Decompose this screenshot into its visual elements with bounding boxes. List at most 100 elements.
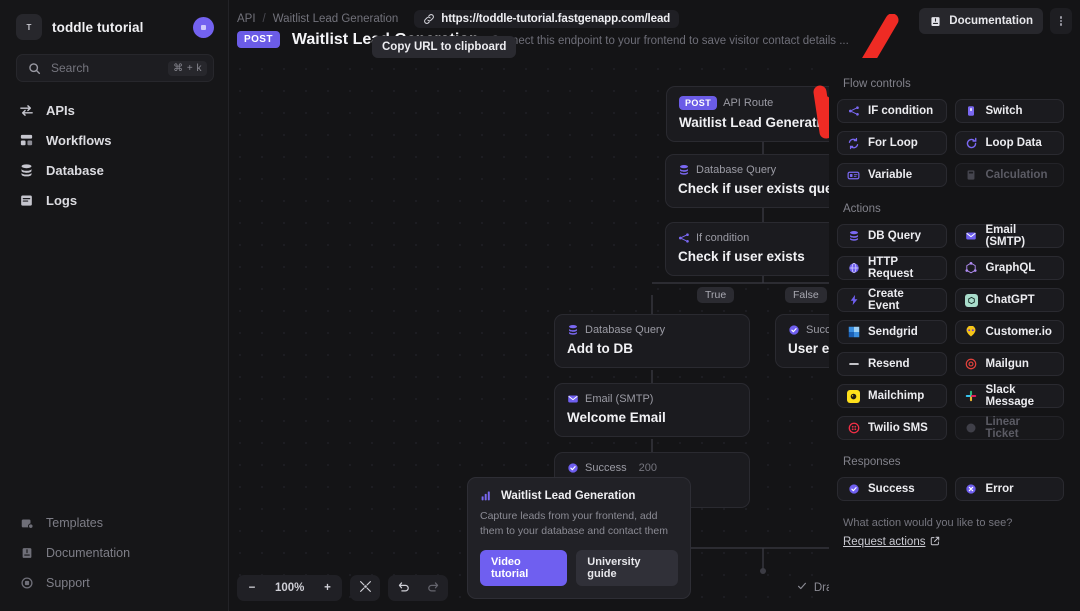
database-icon <box>567 324 579 336</box>
loop-icon <box>847 137 860 150</box>
node-database-query-check[interactable]: Database Query Check if user exists quer… <box>665 154 829 208</box>
zoom-toolbar: − 100% + <box>237 575 449 601</box>
breadcrumb-current[interactable]: Waitlist Lead Generation <box>273 13 399 25</box>
node-type: Success <box>806 324 829 336</box>
node-success-user-exists[interactable]: Success 200 User exists <box>775 314 829 368</box>
database-icon <box>678 164 690 176</box>
node-api-route[interactable]: POST API Route Waitlist Lead Generation <box>666 86 829 142</box>
request-actions-link[interactable]: Request actions <box>843 536 940 549</box>
workspace-logo: T <box>16 14 42 40</box>
error-icon <box>965 483 978 496</box>
workflows-icon <box>18 133 35 148</box>
redo-icon <box>427 580 440 596</box>
chip-http-request[interactable]: HTTP Request <box>837 256 947 280</box>
zoom-level[interactable]: 100% <box>267 575 312 601</box>
sidebar-item-templates[interactable]: Templates <box>10 508 218 537</box>
section-title-actions: Actions <box>843 203 881 215</box>
chip-customerio[interactable]: Customer.io <box>954 320 1064 344</box>
topbar-actions: Documentation <box>919 8 1072 34</box>
chip-label: DB Query <box>868 230 922 242</box>
topbar: API / Waitlist Lead Generation https://t… <box>229 0 1080 58</box>
chip-resend[interactable]: Resend <box>837 352 947 376</box>
search-input[interactable]: Search ⌘ + k <box>16 54 214 82</box>
chip-twilio-sms[interactable]: Twilio SMS <box>837 416 947 440</box>
chip-success[interactable]: Success <box>837 477 947 501</box>
chip-sendgrid[interactable]: Sendgrid <box>837 320 947 344</box>
post-badge: POST <box>679 96 718 110</box>
section-title-flow-controls: Flow controls <box>843 78 911 90</box>
tutorial-card[interactable]: Waitlist Lead Generation Capture leads f… <box>467 477 691 600</box>
node-type: API Route <box>723 97 774 109</box>
sidebar-item-workflows[interactable]: Workflows <box>10 126 218 155</box>
sidebar-item-support[interactable]: Support <box>10 568 218 597</box>
sidebar: T toddle tutorial Search ⌘ + k APIs Work… <box>0 0 229 611</box>
avatar[interactable] <box>193 16 214 38</box>
sidebar-item-apis[interactable]: APIs <box>10 96 218 125</box>
sidebar-item-logs[interactable]: Logs <box>10 186 218 215</box>
zoom-out-button[interactable]: − <box>237 575 267 601</box>
success-icon <box>567 462 579 474</box>
secondary-nav: Templates Documentation Support <box>0 508 228 611</box>
chip-graphql[interactable]: GraphQL <box>954 256 1064 280</box>
chip-variable[interactable]: Variable <box>837 163 947 187</box>
node-add-to-db[interactable]: Database Query Add to DB <box>554 314 750 368</box>
node-type: Database Query <box>696 164 777 176</box>
twilio-icon <box>847 422 860 435</box>
zoom-in-button[interactable]: + <box>312 575 342 601</box>
chip-label: Error <box>985 483 1014 495</box>
chip-slack-message[interactable]: Slack Message <box>954 384 1064 408</box>
flow-canvas[interactable]: POST API Route Waitlist Lead Generation … <box>229 58 829 611</box>
chip-db-query[interactable]: DB Query <box>837 224 947 248</box>
email-icon <box>567 393 579 405</box>
chip-chatgpt[interactable]: ChatGPT <box>954 288 1064 312</box>
endpoint-url: https://toddle-tutorial.fastgenapp.com/l… <box>441 12 671 25</box>
workspace-switcher[interactable]: T toddle tutorial <box>0 0 228 50</box>
node-status-code: 200 <box>638 462 657 474</box>
chip-label: Success <box>868 483 915 495</box>
sidebar-item-documentation[interactable]: Documentation <box>10 538 218 567</box>
breadcrumb-root[interactable]: API <box>237 13 256 25</box>
workspace-name: toddle tutorial <box>52 19 144 35</box>
chip-if-condition[interactable]: IF condition <box>837 99 947 123</box>
database-icon <box>847 230 860 243</box>
templates-icon <box>18 516 35 530</box>
chip-label: Email (SMTP) <box>985 224 1026 248</box>
redo-button[interactable] <box>418 575 448 601</box>
chip-loop-data[interactable]: Loop Data <box>954 131 1064 155</box>
chip-mailchimp[interactable]: Mailchimp <box>837 384 947 408</box>
sidebar-item-database[interactable]: Database <box>10 156 218 185</box>
chip-label: Customer.io <box>985 326 1052 338</box>
fit-view-button[interactable] <box>350 575 380 601</box>
support-icon <box>18 576 35 590</box>
book-icon <box>929 15 942 28</box>
section-title-responses: Responses <box>843 456 901 468</box>
logs-icon <box>18 193 35 208</box>
video-tutorial-button[interactable]: Video tutorial <box>480 550 568 587</box>
node-name: Waitlist Lead Generation <box>679 115 829 130</box>
undo-icon <box>397 580 410 596</box>
main-area: API / Waitlist Lead Generation https://t… <box>229 0 1080 611</box>
chip-label: Sendgrid <box>868 326 918 338</box>
flow-controls-grid: IF condition Switch For Loop Loop Data V… <box>837 99 1064 187</box>
chip-email-smtp[interactable]: Email (SMTP) <box>954 224 1064 248</box>
chip-mailgun[interactable]: Mailgun <box>954 352 1064 376</box>
university-guide-button[interactable]: University guide <box>576 550 678 587</box>
undo-button[interactable] <box>388 575 418 601</box>
mailchimp-icon <box>847 389 860 403</box>
sidebar-item-label: Workflows <box>46 133 112 148</box>
node-if-condition[interactable]: If condition Check if user exists <box>665 222 829 276</box>
documentation-button[interactable]: Documentation <box>919 8 1043 34</box>
chip-for-loop[interactable]: For Loop <box>837 131 947 155</box>
tutorial-title: Waitlist Lead Generation <box>501 489 636 502</box>
node-type: If condition <box>696 232 750 244</box>
loop-data-icon <box>965 137 978 150</box>
chip-label: For Loop <box>868 137 918 149</box>
chip-error[interactable]: Error <box>954 477 1064 501</box>
node-welcome-email[interactable]: Email (SMTP) Welcome Email <box>554 383 750 437</box>
url-chip[interactable]: https://toddle-tutorial.fastgenapp.com/l… <box>414 9 680 28</box>
chip-create-event[interactable]: Create Event <box>837 288 947 312</box>
chip-switch[interactable]: Switch <box>954 99 1064 123</box>
check-icon <box>796 580 808 595</box>
chip-label: Create Event <box>868 288 904 312</box>
more-options-button[interactable] <box>1050 8 1072 34</box>
